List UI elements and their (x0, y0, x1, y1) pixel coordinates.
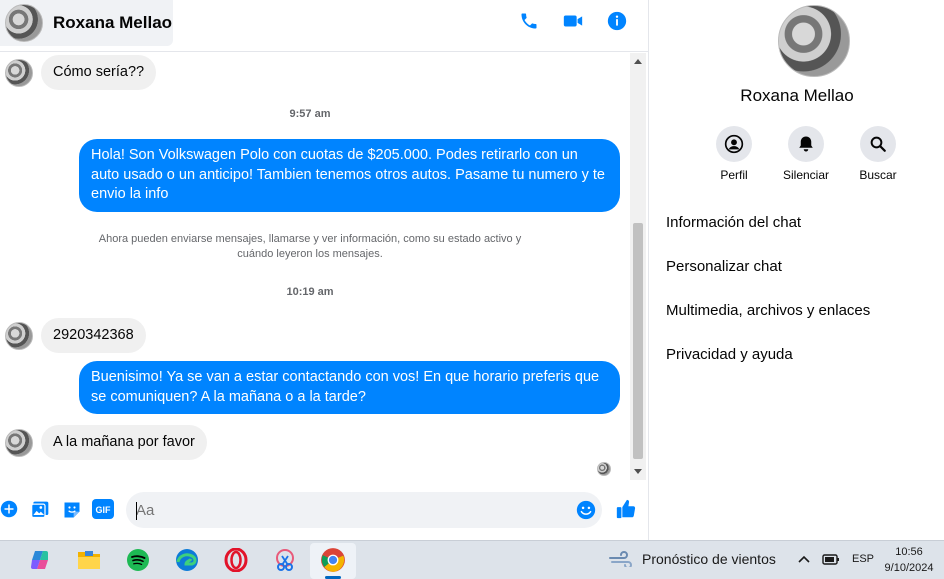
wind-icon (609, 551, 632, 567)
incoming-bubble[interactable]: Cómo sería?? (41, 55, 157, 90)
message-timestamp: 9:57 am (289, 108, 331, 120)
message-list[interactable]: Cómo sería?? 9:57 am Hola! Son Volkswage… (0, 53, 630, 480)
menu-item-privacy-support[interactable]: Privacidad y ayuda (666, 332, 936, 376)
messenger-app: Roxana Mellao Cómo sería?? 9:57 am Hola!… (0, 0, 944, 540)
profile-button[interactable]: Perfil (707, 126, 761, 182)
weather-text: Pronóstico de vientos (642, 551, 776, 567)
sticker-icon[interactable] (62, 500, 82, 525)
gif-icon[interactable]: GIF (92, 499, 114, 524)
seen-avatar (597, 462, 611, 476)
language-indicator[interactable]: ESP (852, 553, 874, 565)
menu-item-customize-chat[interactable]: Personalizar chat (666, 244, 936, 288)
system-tray: ESP (798, 552, 874, 566)
weather-widget[interactable]: Pronóstico de vientos (608, 551, 776, 567)
image-icon[interactable] (30, 500, 50, 525)
info-menu: Información del chat Personalizar chat M… (666, 200, 936, 376)
clock-time: 10:56 (895, 546, 923, 558)
sender-avatar (5, 58, 33, 87)
incoming-message: A la mañana por favor (5, 425, 207, 460)
edge-browser-icon[interactable] (174, 547, 200, 573)
snipping-tool-icon[interactable] (272, 547, 298, 573)
text-caret (136, 502, 137, 520)
battery-plug-icon[interactable] (822, 552, 840, 566)
incoming-message: 2920342368 (5, 318, 146, 353)
outgoing-bubble[interactable]: Hola! Son Volkswagen Polo con cuotas de … (79, 139, 620, 212)
outgoing-bubble[interactable]: Buenisimo! Ya se van a estar contactando… (79, 361, 620, 414)
composer: GIF (0, 482, 648, 540)
plus-icon[interactable] (0, 500, 18, 523)
incoming-bubble[interactable]: 2920342368 (41, 318, 146, 353)
clock-date: 9/10/2024 (884, 562, 934, 574)
info-contact-name: Roxana Mellao (740, 86, 854, 105)
thumbs-up-icon[interactable] (615, 498, 637, 525)
contact-name[interactable]: Roxana Mellao (53, 13, 172, 33)
mute-button[interactable]: Silenciar (779, 126, 833, 182)
file-explorer-icon[interactable] (76, 547, 102, 573)
info-icon[interactable] (606, 10, 628, 32)
mute-label: Silenciar (782, 168, 830, 182)
incoming-message: Cómo sería?? (5, 55, 157, 90)
scroll-thumb[interactable] (633, 223, 643, 459)
gif-label: GIF (96, 505, 112, 515)
message-timestamp: 10:19 am (286, 286, 334, 298)
incoming-bubble[interactable]: A la mañana por favor (41, 425, 207, 460)
menu-item-chat-info[interactable]: Información del chat (666, 200, 936, 244)
header-actions (518, 10, 628, 32)
video-camera-icon[interactable] (562, 10, 584, 32)
emoji-icon[interactable] (576, 500, 596, 525)
sender-avatar (5, 428, 33, 457)
opera-browser-icon[interactable] (223, 547, 249, 573)
chat-header: Roxana Mellao (0, 0, 648, 52)
scroll-up-arrow[interactable] (634, 59, 642, 64)
windows-taskbar: Pronóstico de vientos ESP 10:56 9/10/202… (0, 540, 944, 579)
chat-info-panel: Roxana Mellao Perfil Silenciar Buscar In… (648, 0, 944, 540)
contact-avatar[interactable] (5, 4, 43, 42)
search-label: Buscar (859, 168, 897, 182)
profile-label: Perfil (720, 168, 748, 182)
taskbar-clock[interactable]: 10:56 9/10/2024 (880, 544, 938, 576)
chrome-browser-icon[interactable] (320, 547, 346, 573)
spotify-icon[interactable] (125, 547, 151, 573)
search-icon[interactable] (860, 126, 896, 162)
message-scrollbar[interactable] (630, 53, 646, 480)
profile-icon[interactable] (716, 126, 752, 162)
bell-icon[interactable] (788, 126, 824, 162)
contact-chip[interactable]: Roxana Mellao (0, 0, 173, 46)
phone-icon[interactable] (518, 10, 540, 32)
info-actions: Perfil Silenciar Buscar (707, 126, 905, 182)
search-button[interactable]: Buscar (851, 126, 905, 182)
encryption-notice: Ahora pueden enviarse mensajes, llamarse… (98, 233, 522, 260)
seen-indicator (597, 462, 611, 476)
chevron-up-icon[interactable] (798, 554, 810, 564)
scroll-down-arrow[interactable] (634, 469, 642, 474)
info-avatar[interactable] (778, 5, 850, 77)
sender-avatar (5, 321, 33, 350)
message-input[interactable] (126, 492, 602, 528)
menu-item-media-files-links[interactable]: Multimedia, archivos y enlaces (666, 288, 936, 332)
copilot-icon[interactable] (27, 547, 53, 573)
